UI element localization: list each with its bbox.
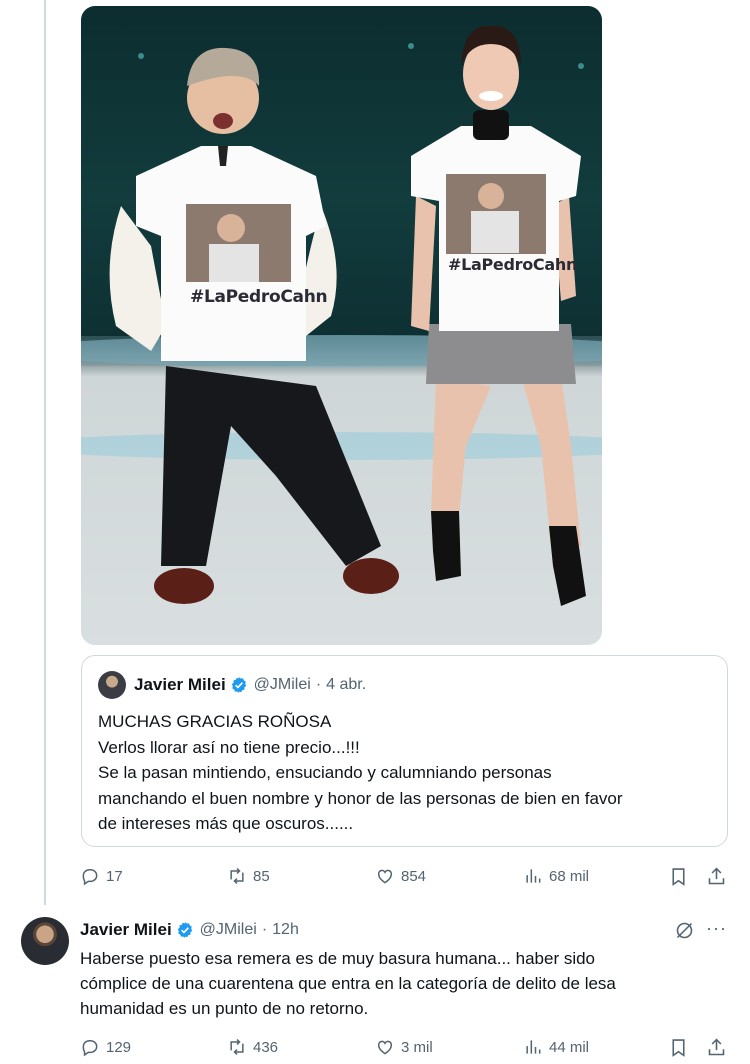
- quoted-text-line: Verlos llorar así no tiene precio...!!!: [98, 737, 360, 757]
- views-button[interactable]: 68 mil: [523, 866, 589, 886]
- repost-count: 436: [253, 1038, 279, 1056]
- reply-count: 17: [106, 867, 123, 885]
- views-icon: [526, 1040, 541, 1054]
- reply-button[interactable]: 17: [80, 866, 123, 886]
- reply-icon: [82, 1040, 98, 1057]
- share-icon: [708, 867, 725, 885]
- reply-header: Javier Milei @JMilei · 12h: [80, 918, 299, 942]
- quoted-tweet[interactable]: Javier Milei @JMilei · 4 abr. MUCHAS GRA…: [81, 655, 728, 847]
- separator-dot: ·: [261, 921, 268, 938]
- reply-tweet-actions: 129 436 3 mil 44 mil: [80, 1037, 730, 1061]
- verified-icon: [231, 677, 246, 693]
- repost-icon: [230, 867, 244, 885]
- repost-icon: [230, 1038, 244, 1056]
- photo-illustration: [81, 25, 602, 606]
- views-count: 44 mil: [549, 1038, 590, 1056]
- reply-author-name[interactable]: Javier Milei: [80, 920, 172, 940]
- share-icon: [708, 1038, 725, 1056]
- quoted-author-handle[interactable]: @JMilei: [254, 676, 311, 694]
- bookmark-icon: [672, 868, 685, 886]
- grok-button[interactable]: [674, 920, 695, 946]
- like-icon: [377, 1040, 393, 1055]
- bookmark-button[interactable]: [668, 866, 689, 892]
- like-count: 854: [401, 867, 427, 885]
- views-button[interactable]: 44 mil: [523, 1037, 589, 1057]
- reply-count: 129: [106, 1038, 132, 1056]
- grok-icon: [676, 922, 693, 939]
- quoted-tweet-header: Javier Milei @JMilei · 4 abr.: [98, 670, 366, 700]
- reply-text-line: cómplice de una cuarentena que entra en …: [80, 974, 616, 993]
- repost-button[interactable]: 85: [227, 866, 270, 886]
- reply-author-avatar[interactable]: [21, 917, 69, 965]
- like-count: 3 mil: [401, 1038, 433, 1056]
- quoted-text-line: Se la pasan mintiendo, ensuciando y calu…: [98, 763, 552, 782]
- bookmark-icon: [672, 1039, 685, 1057]
- shirt-text-left: #LaPedroCahn: [190, 287, 328, 307]
- quoted-timestamp[interactable]: 4 abr.: [326, 676, 366, 694]
- repost-button[interactable]: 436: [227, 1037, 278, 1057]
- quoted-tweet-text: MUCHAS GRACIAS ROÑOSA Verlos llorar así …: [98, 709, 718, 837]
- reply-timestamp[interactable]: 12h: [272, 921, 299, 939]
- thread-line: [44, 0, 46, 905]
- reply-author-handle[interactable]: @JMilei: [200, 921, 257, 939]
- quoted-author-avatar[interactable]: [98, 671, 126, 699]
- more-icon[interactable]: ···: [706, 918, 727, 939]
- repost-count: 85: [253, 867, 270, 885]
- views-icon: [526, 869, 541, 883]
- main-tweet-actions: 17 85 854 68 mil: [80, 866, 730, 890]
- reply-icon: [82, 869, 98, 886]
- views-count: 68 mil: [549, 867, 590, 885]
- like-button[interactable]: 854: [375, 866, 426, 886]
- share-button[interactable]: [706, 866, 727, 892]
- share-button[interactable]: [706, 1037, 727, 1063]
- like-button[interactable]: 3 mil: [375, 1037, 433, 1057]
- quoted-text-line: manchando el buen nombre y honor de las …: [98, 788, 623, 808]
- verified-icon: [177, 922, 192, 938]
- bookmark-button[interactable]: [668, 1037, 689, 1063]
- separator-dot: ·: [315, 676, 322, 693]
- quoted-text-line: MUCHAS GRACIAS ROÑOSA: [98, 712, 332, 731]
- reply-text: Haberse puesto esa remera es de muy basu…: [80, 946, 730, 1021]
- quoted-text-line: de intereses más que oscuros......: [98, 814, 354, 833]
- shirt-text-right: #LaPedroCahn: [448, 255, 578, 274]
- quoted-author-name[interactable]: Javier Milei: [134, 675, 226, 695]
- reply-text-line: Haberse puesto esa remera es de muy basu…: [80, 949, 596, 968]
- reply-text-line: humanidad es un punto de no retorno.: [80, 999, 369, 1018]
- like-icon: [377, 869, 393, 884]
- reply-button[interactable]: 129: [80, 1037, 131, 1057]
- tweet-photo[interactable]: #LaPedroCahn #LaPedroCahn: [81, 6, 602, 645]
